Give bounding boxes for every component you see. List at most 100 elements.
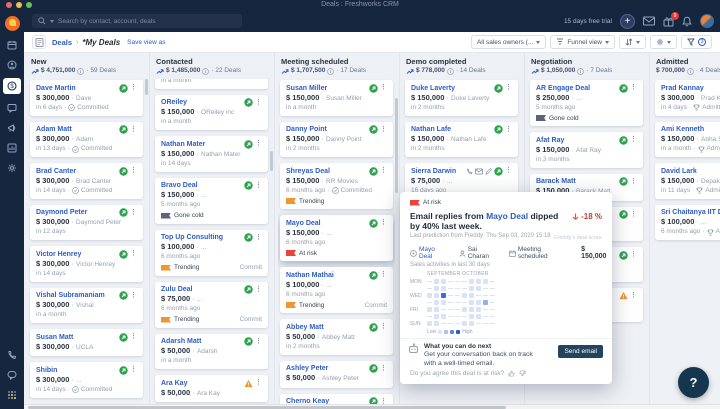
card-menu-button[interactable]: ⋮ — [255, 379, 262, 387]
sort-dropdown[interactable] — [619, 35, 646, 49]
card-menu-button[interactable]: ⋮ — [255, 286, 262, 294]
deal-name-link[interactable]: Ashley Peter — [286, 364, 367, 373]
deal-name-link[interactable]: Victor Henrey — [36, 250, 117, 259]
breadcrumb-deals-link[interactable]: Deals — [52, 38, 72, 47]
card-menu-button[interactable]: ⋮ — [380, 323, 387, 331]
send-email-button[interactable]: Send email — [558, 345, 603, 358]
deal-name-link[interactable]: Adarsh Matt — [161, 337, 242, 346]
popup-deal-name[interactable]: Mayo Deal — [419, 246, 450, 260]
deal-name-link[interactable]: Duke Laverty — [411, 84, 492, 93]
deal-card-sri-chaitanya-iit-deal[interactable]: Sri Chaitanya IIT Deal⋮$ 100,000 · ...6 … — [655, 204, 720, 240]
save-view-as-link[interactable]: Save view as — [127, 39, 165, 46]
sidebar-item-calendar[interactable] — [6, 39, 18, 51]
card-menu-button[interactable]: ⋮ — [630, 211, 637, 219]
deal-card-duke-laverty[interactable]: Duke Laverty ⋮ $ 150,000 · Duke Laverty in … — [405, 80, 518, 116]
card-menu-button[interactable]: ⋮ — [130, 250, 137, 258]
deal-name-link[interactable]: David Lark — [661, 167, 720, 176]
deal-name-link[interactable]: Prad Kannay — [661, 84, 720, 93]
deal-card-shibin[interactable]: Shibin ⋮ $ 300,000 · ... in 14 days · Committ… — [30, 362, 143, 398]
deal-card-david-lark[interactable]: David Lark⋮$ 150,000 · Depakin 11 days·A… — [655, 163, 720, 199]
deal-card-adam-matt[interactable]: Adam Matt ⋮ $ 300,000 · Adam in 13 days · Com… — [30, 121, 143, 157]
quick-add-button[interactable]: + — [620, 13, 635, 29]
deal-name-link[interactable]: Vishal Subramaniam — [36, 291, 117, 300]
sales-owners-dropdown[interactable]: All sales owners (... — [470, 35, 547, 49]
card-menu-button[interactable]: ⋮ — [630, 292, 637, 300]
deal-card-top-up-consulting[interactable]: Top Up Consulting ⋮ $ 100,000 · ... 6 month… — [155, 229, 268, 276]
sidebar-item-contacts[interactable] — [6, 59, 18, 71]
sidebar-item-analytics[interactable] — [6, 142, 18, 154]
card-menu-button[interactable]: ⋮ — [380, 167, 387, 175]
deal-name-link[interactable]: Adam Matt — [36, 125, 117, 134]
deal-card-ara-kay[interactable]: Ara Kay ⋮ $ 50,000 · Ara Kay — [155, 375, 268, 402]
card-menu-button[interactable]: ⋮ — [130, 333, 137, 341]
card-menu-button[interactable]: ⋮ — [505, 167, 512, 175]
deal-name-link[interactable]: Ami Kenneth — [661, 125, 720, 134]
deal-name-link[interactable]: Top Up Consulting — [161, 233, 242, 242]
thumbs-down-icon[interactable] — [519, 370, 526, 377]
deal-name-link[interactable]: Nathan Mater — [161, 140, 242, 149]
card-menu-button[interactable]: ⋮ — [130, 209, 137, 217]
sidebar-item-campaigns[interactable] — [6, 122, 18, 134]
sidebar-item-conversations[interactable] — [6, 102, 18, 114]
deal-name-link[interactable]: Barack Matt — [536, 177, 617, 186]
deal-card-oreiley[interactable]: OReiley ⋮ $ 150,000 · OReiley inc in a mont… — [155, 94, 268, 130]
deal-name-link[interactable]: Zulu Deal — [161, 285, 242, 294]
freshworks-logo-icon[interactable] — [4, 16, 20, 31]
card-menu-button[interactable]: ⋮ — [630, 178, 637, 186]
card-menu-button[interactable]: ⋮ — [380, 84, 387, 92]
app-switcher-grid-icon[interactable] — [6, 389, 18, 401]
card-menu-button[interactable]: ⋮ — [380, 219, 387, 227]
deal-card-susan-miller[interactable]: Susan Miller ⋮ $ 150,000 · Susan Miller in … — [280, 80, 393, 116]
card-menu-button[interactable]: ⋮ — [380, 126, 387, 134]
card-menu-button[interactable]: ⋮ — [255, 182, 262, 190]
card-menu-button[interactable]: ⋮ — [255, 338, 262, 346]
card-menu-button[interactable]: ⋮ — [255, 99, 262, 107]
card-menu-button[interactable]: ⋮ — [380, 365, 387, 373]
deal-card-bravo-deal[interactable]: Bravo Deal ⋮ $ 150,000 · ... 5 months ago Go… — [155, 177, 268, 224]
sidebar-chat-icon[interactable] — [6, 369, 18, 381]
deal-name-link[interactable]: Mayo Deal — [286, 219, 367, 228]
deal-name-link[interactable]: OReiley — [161, 98, 242, 107]
deal-card-adarsh-matt[interactable]: Adarsh Matt ⋮ $ 50,000 · Adarsh in a month — [155, 333, 268, 369]
settings-dropdown[interactable] — [650, 35, 677, 49]
deal-name-link[interactable]: Sierra Darwin — [411, 167, 464, 176]
deal-card-brad-canter[interactable]: Brad Canter ⋮ $ 300,000 · Brad Canter in 14… — [30, 163, 143, 199]
deal-card-zulu-deal[interactable]: Zulu Deal ⋮ $ 75,000 · ... 6 months ago Tren… — [155, 281, 268, 328]
deal-link[interactable]: Mayo Deal — [486, 211, 528, 221]
deal-name-link[interactable]: AR Engage Deal — [536, 84, 617, 93]
deal-card-afat-ray[interactable]: Afat Ray ⋮ $ 150,000 · Afat Ray in 3 months — [530, 132, 643, 168]
card-menu-button[interactable]: ⋮ — [130, 126, 137, 134]
card-menu-button[interactable]: ⋮ — [505, 126, 512, 134]
deal-name-link[interactable]: Dave Martin — [36, 84, 117, 93]
deal-card-nathan-mater[interactable]: Nathan Mater ⋮ $ 150,000 · Nathan Mater in … — [155, 136, 268, 172]
deal-name-link[interactable]: Nathan Mathai — [286, 271, 367, 280]
sidebar-phone-icon[interactable] — [6, 349, 18, 361]
deal-card-ashley-peter[interactable]: Ashley Peter ⋮ $ 50,000 · Ashley Peter — [280, 360, 393, 388]
deal-card-nathan-mathai[interactable]: Nathan Mathai ⋮ $ 100,000 · ... 6 months ag… — [280, 267, 393, 313]
deal-name-link[interactable]: Abbey Matt — [286, 323, 367, 332]
card-menu-button[interactable]: ⋮ — [630, 84, 637, 92]
deal-card-ar-engage-deal[interactable]: AR Engage Deal ⋮ $ 250,000 · ... 5 months a… — [530, 80, 643, 126]
deal-card-susan-matt[interactable]: Susan Matt ⋮ $ 300,000 · UCLA — [30, 329, 143, 356]
call-icon[interactable] — [466, 168, 473, 175]
help-button[interactable]: ? — [678, 367, 709, 398]
edit-icon[interactable] — [485, 167, 492, 175]
column-scrollbar[interactable] — [270, 151, 273, 171]
deal-name-link[interactable]: Bravo Deal — [161, 181, 242, 190]
deal-name-link[interactable]: Cherno Keay — [286, 397, 367, 404]
card-menu-button[interactable]: ⋮ — [130, 84, 137, 92]
deal-card-danny-point[interactable]: Danny Point ⋮ $ 150,000 · Danny Point in 2 … — [280, 121, 393, 157]
email-icon[interactable] — [643, 16, 655, 26]
card-menu-button[interactable]: ⋮ — [255, 140, 262, 148]
deal-name-link[interactable]: Danny Point — [286, 125, 367, 134]
email-icon[interactable] — [475, 168, 483, 175]
deal-name-link[interactable]: Sri Chaitanya IIT Deal — [661, 208, 720, 217]
deal-card-shreyas-deal[interactable]: Shreyas Deal ⋮ $ 150,000 · RR Movies 6 mont… — [280, 163, 393, 209]
card-menu-button[interactable]: ⋮ — [130, 366, 137, 374]
deal-card[interactable]: in a month — [155, 79, 268, 89]
card-menu-button[interactable]: ⋮ — [630, 136, 637, 144]
column-scrollbar[interactable] — [145, 79, 148, 95]
deal-card-nathan-lafe[interactable]: Nathan Lafe ⋮ $ 150,000 · Nathan Lafe in 2 … — [405, 121, 518, 157]
column-scrollbar[interactable] — [395, 98, 398, 193]
search-scope-caret-icon[interactable] — [50, 19, 54, 23]
